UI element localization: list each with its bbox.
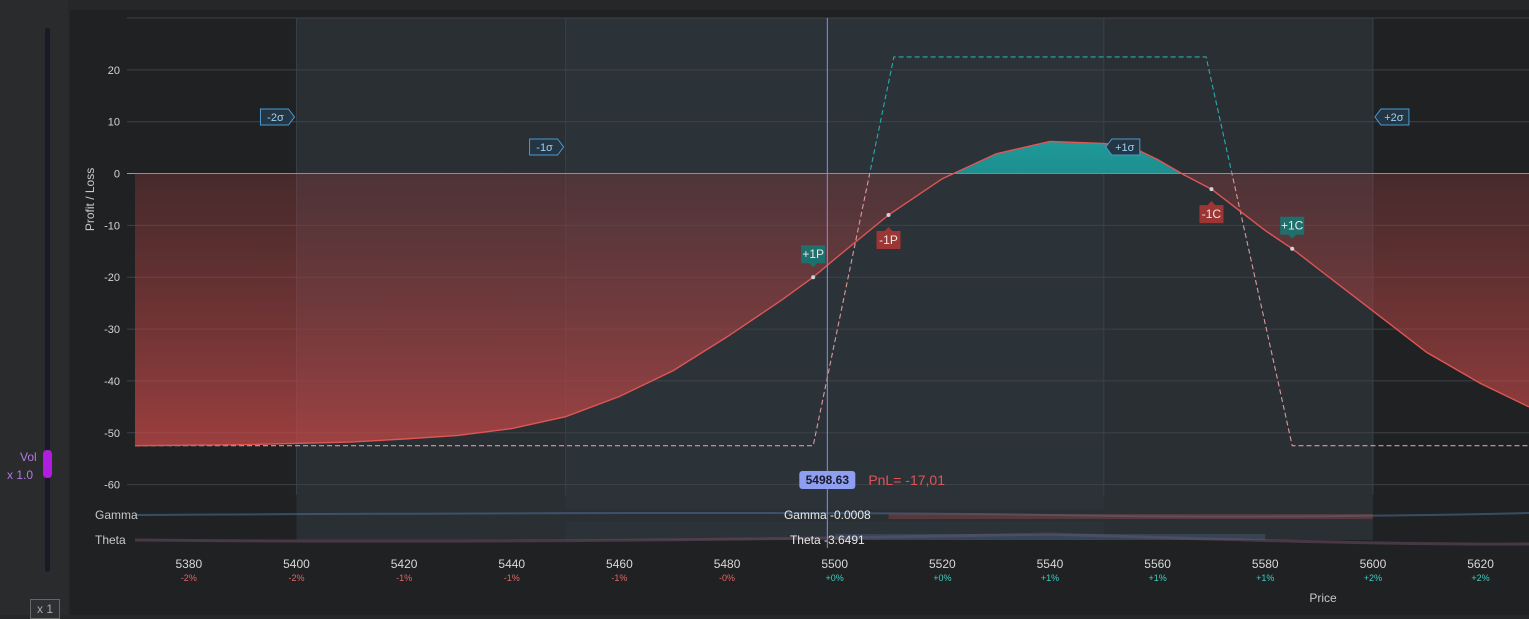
leg-point [886, 213, 891, 218]
x-tick-label: 5400 [283, 557, 310, 571]
sigma-label: -1σ [536, 142, 553, 154]
leg-point [1290, 246, 1295, 251]
x-tick-label: 5540 [1037, 557, 1064, 571]
y-tick-label: -10 [104, 220, 120, 232]
x-tick-label: 5580 [1252, 557, 1279, 571]
x-axis-label: Price [1309, 591, 1337, 605]
x-tick-pct: -1% [396, 573, 412, 583]
cursor-pnl: PnL= -17,01 [868, 472, 945, 488]
leg-point [1209, 187, 1214, 192]
x-tick-label: 5440 [498, 557, 525, 571]
x-tick-pct: +1% [1256, 573, 1274, 583]
x-tick-pct: -1% [504, 573, 520, 583]
x-tick-label: 5600 [1360, 557, 1387, 571]
zoom-button[interactable]: x 1 [30, 599, 60, 619]
x-tick-pct: +1% [1041, 573, 1059, 583]
y-axis-label: Profit / Loss [83, 168, 97, 231]
volatility-panel: Vol x 1.0 x 1 [0, 0, 68, 619]
vol-multiplier: x 1.0 [7, 468, 34, 482]
theta-positive-fill [834, 534, 1266, 540]
sigma-label: +1σ [1115, 142, 1135, 154]
x-tick-label: 5620 [1467, 557, 1494, 571]
y-tick-label: -40 [104, 376, 120, 388]
x-tick-label: 5500 [821, 557, 848, 571]
x-tick-label: 5380 [175, 557, 202, 571]
x-tick-pct: +0% [826, 573, 844, 583]
leg-label: +1P [802, 247, 824, 261]
y-tick-label: -30 [104, 324, 120, 336]
y-tick-label: 10 [108, 117, 120, 129]
y-tick-label: -50 [104, 428, 120, 440]
vol-slider-handle[interactable] [43, 450, 52, 478]
sigma-label: -2σ [267, 112, 284, 124]
y-tick-label: -60 [104, 480, 120, 492]
chart-svg: GammaThetaGamma -0.0008Theta -3.6491 549… [83, 17, 1529, 605]
x-tick-label: 5560 [1144, 557, 1171, 571]
theta-label: Theta [95, 533, 126, 547]
leg-label: -1C [1202, 207, 1222, 221]
x-tick-label: 5420 [391, 557, 418, 571]
x-tick-pct: -0% [719, 573, 735, 583]
leg-point [811, 275, 816, 280]
x-tick-label: 5480 [714, 557, 741, 571]
sigma-label: +2σ [1384, 112, 1404, 124]
y-tick-label: 0 [114, 169, 120, 181]
leg-label: +1C [1281, 219, 1304, 233]
x-tick-pct: -2% [181, 573, 197, 583]
pnl-chart[interactable]: Gamma Theta Gamma -0.0008 Theta -3.6491 549… [70, 10, 1529, 615]
gamma-label: Gamma [95, 508, 138, 522]
x-tick-pct: +0% [933, 573, 951, 583]
vol-slider-track[interactable] [45, 28, 50, 572]
leg-label: -1P [879, 233, 898, 247]
x-tick-label: 5460 [606, 557, 633, 571]
y-tick-label: -20 [104, 272, 120, 284]
x-tick-pct: +1% [1148, 573, 1166, 583]
vol-label: Vol [20, 450, 37, 464]
x-tick-pct: +2% [1364, 573, 1382, 583]
cursor-price: 5498.63 [806, 473, 850, 487]
x-tick-pct: +2% [1471, 573, 1489, 583]
x-tick-pct: -2% [288, 573, 304, 583]
y-tick-label: 20 [108, 65, 120, 77]
x-tick-label: 5520 [929, 557, 956, 571]
gamma-negative-fill [888, 514, 1373, 519]
x-tick-pct: -1% [611, 573, 627, 583]
